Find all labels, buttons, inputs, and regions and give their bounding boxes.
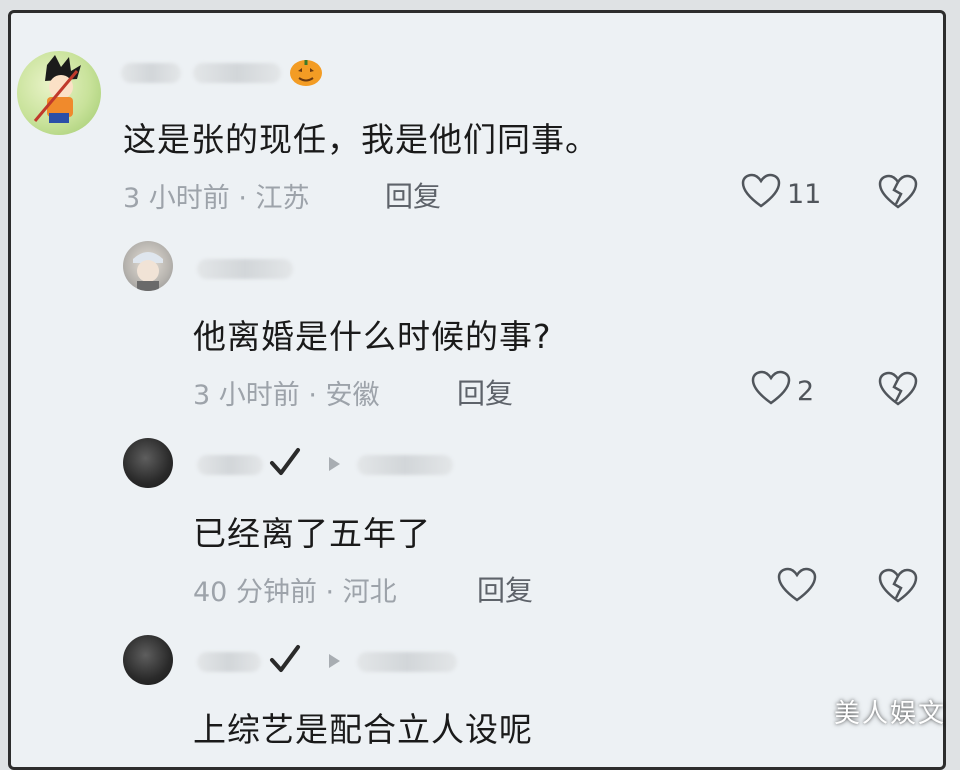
reply-button[interactable]: 回复 bbox=[457, 372, 513, 412]
pumpkin-icon bbox=[287, 51, 325, 93]
watermark: 美人娱文 bbox=[833, 699, 946, 729]
username-blurred[interactable] bbox=[197, 259, 293, 279]
like-count: 11 bbox=[787, 179, 822, 210]
comment-text: 已经离了五年了 bbox=[193, 514, 431, 553]
comment-text: 上综艺是配合立人设呢 bbox=[193, 710, 533, 749]
avatar[interactable] bbox=[123, 635, 173, 685]
username-blurred[interactable] bbox=[197, 455, 263, 475]
like-button[interactable] bbox=[777, 567, 823, 610]
comment-thread: 这是张的现任，我是他们同事。 3 小时前 · 江苏 回复 11 他离婚是什么时候… bbox=[8, 10, 946, 770]
username-blurred[interactable] bbox=[121, 63, 181, 83]
avatar[interactable] bbox=[123, 438, 173, 488]
heart-icon bbox=[777, 567, 817, 610]
comment-text: 这是张的现任，我是他们同事。 bbox=[123, 120, 599, 159]
username-blurred[interactable] bbox=[357, 652, 457, 672]
like-button[interactable]: 2 bbox=[751, 370, 814, 413]
like-count: 2 bbox=[797, 376, 815, 407]
reply-button[interactable]: 回复 bbox=[477, 569, 533, 609]
checkmark-icon bbox=[267, 445, 303, 485]
checkmark-icon bbox=[267, 642, 303, 682]
username-blurred[interactable] bbox=[357, 455, 453, 475]
comment-meta: 40 分钟前 · 河北 bbox=[193, 577, 397, 608]
comment-meta: 3 小时前 · 安徽 bbox=[193, 380, 380, 411]
avatar[interactable] bbox=[123, 241, 173, 291]
broken-heart-icon[interactable] bbox=[878, 371, 918, 411]
broken-heart-icon[interactable] bbox=[878, 568, 918, 608]
comment-text: 他离婚是什么时候的事? bbox=[193, 317, 552, 356]
reply-button[interactable]: 回复 bbox=[385, 175, 441, 215]
play-arrow-icon bbox=[329, 654, 340, 668]
avatar[interactable] bbox=[17, 51, 101, 135]
username-blurred[interactable] bbox=[193, 63, 281, 83]
heart-icon bbox=[751, 370, 791, 413]
broken-heart-icon[interactable] bbox=[878, 174, 918, 214]
like-button[interactable]: 11 bbox=[741, 173, 821, 216]
heart-icon bbox=[741, 173, 781, 216]
username-blurred[interactable] bbox=[197, 652, 261, 672]
comment-meta: 3 小时前 · 江苏 bbox=[123, 183, 310, 214]
play-arrow-icon bbox=[329, 457, 340, 471]
